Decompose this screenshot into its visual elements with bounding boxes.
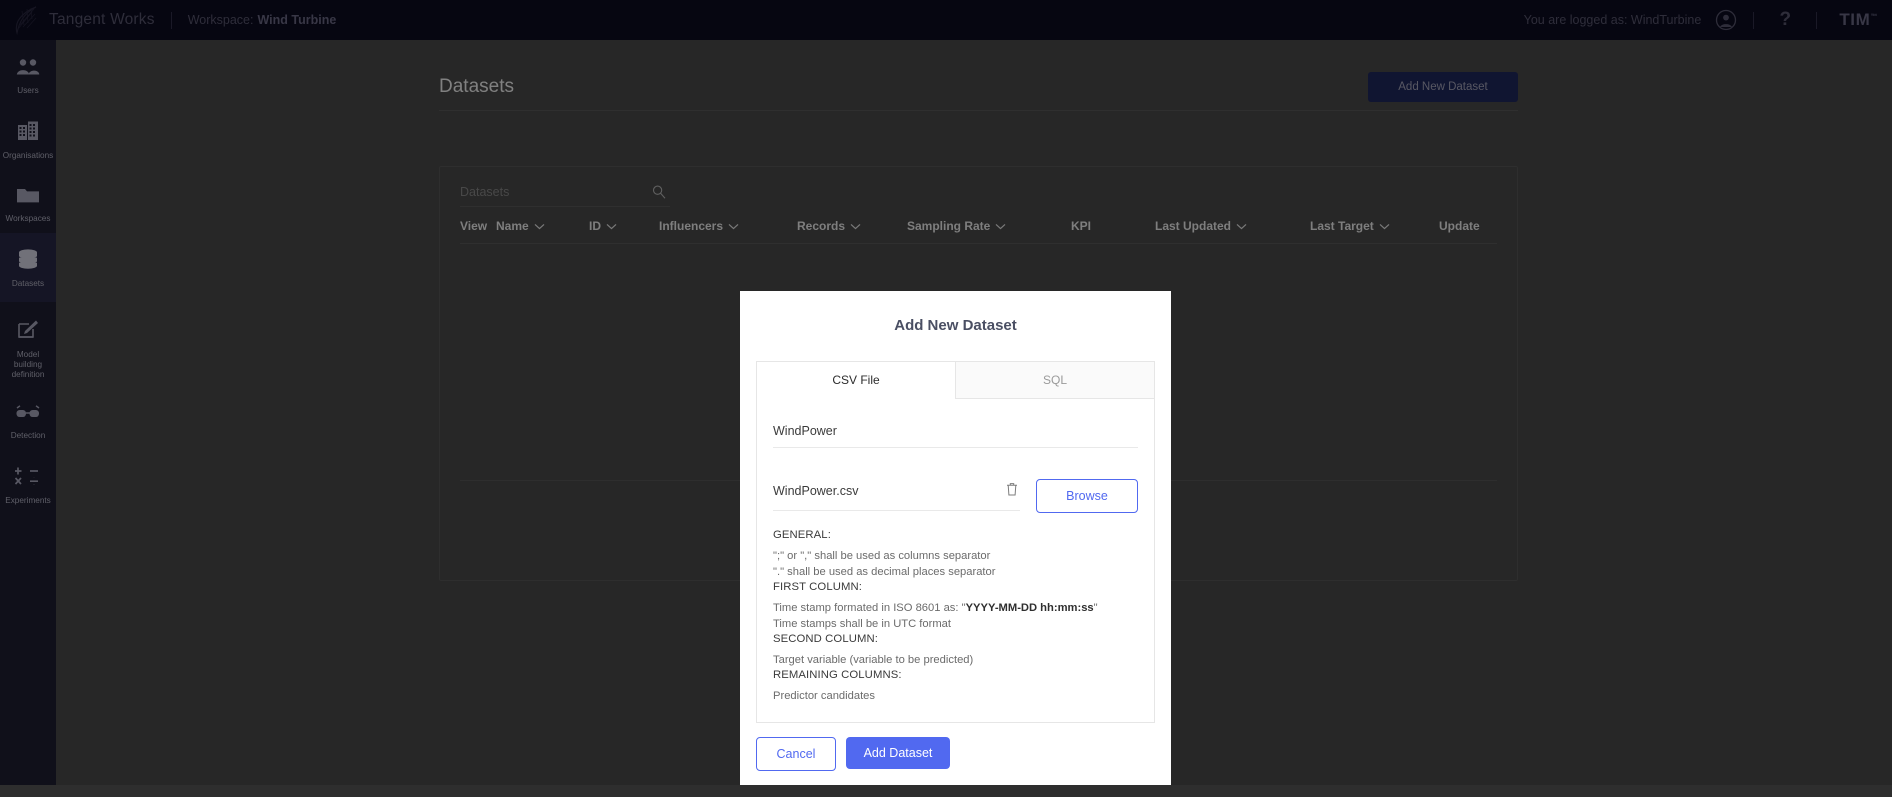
hint-head-remaining-columns: REMAINING COLUMNS:: [773, 669, 902, 681]
tab-sql[interactable]: SQL: [955, 362, 1154, 399]
trash-icon[interactable]: [1006, 482, 1018, 501]
hint-head-second-column: SECOND COLUMN:: [773, 633, 878, 645]
modal-footer: Cancel Add Dataset: [740, 723, 1171, 785]
hint-head-first-column: FIRST COLUMN:: [773, 581, 862, 593]
hint-first-column-2: Time stamps shall be in UTC format: [773, 618, 952, 630]
cancel-button[interactable]: Cancel: [756, 737, 836, 771]
selected-file-name: WindPower.csv: [773, 484, 859, 498]
hint-iso-prefix: Time stamp formated in ISO 8601 as: ": [773, 602, 966, 614]
modal-tabs: CSV File SQL: [756, 361, 1155, 399]
modal-title: Add New Dataset: [894, 317, 1017, 334]
hint-general-1: ";" or "," shall be used as columns sepa…: [773, 550, 991, 562]
hint-first-column-1: Time stamp formated in ISO 8601 as: "YYY…: [773, 600, 1138, 616]
dataset-name-input[interactable]: [773, 421, 1138, 448]
browse-button[interactable]: Browse: [1036, 479, 1138, 513]
hint-iso-suffix: ": [1093, 602, 1098, 614]
modal-panel: WindPower.csv Browse GENERAL: ";" or ","…: [756, 399, 1155, 723]
file-field: WindPower.csv: [773, 482, 1020, 511]
hint-head-general: GENERAL:: [773, 529, 831, 541]
add-dataset-button[interactable]: Add Dataset: [846, 737, 950, 769]
tab-csv-file[interactable]: CSV File: [757, 362, 955, 399]
hint-general-2: "." shall be used as decimal places sepa…: [773, 566, 996, 578]
hint-remaining-columns: Predictor candidates: [773, 690, 875, 702]
bottom-strip: [0, 785, 1892, 797]
file-row: WindPower.csv Browse: [773, 479, 1138, 513]
hint-second-column: Target variable (variable to be predicte…: [773, 654, 974, 666]
hint-iso-format: YYYY-MM-DD hh:mm:ss: [965, 602, 1094, 614]
add-new-dataset-modal: Add New Dataset CSV File SQL WindPower.c…: [740, 291, 1171, 785]
format-hints: GENERAL: ";" or "," shall be used as col…: [773, 529, 1138, 704]
